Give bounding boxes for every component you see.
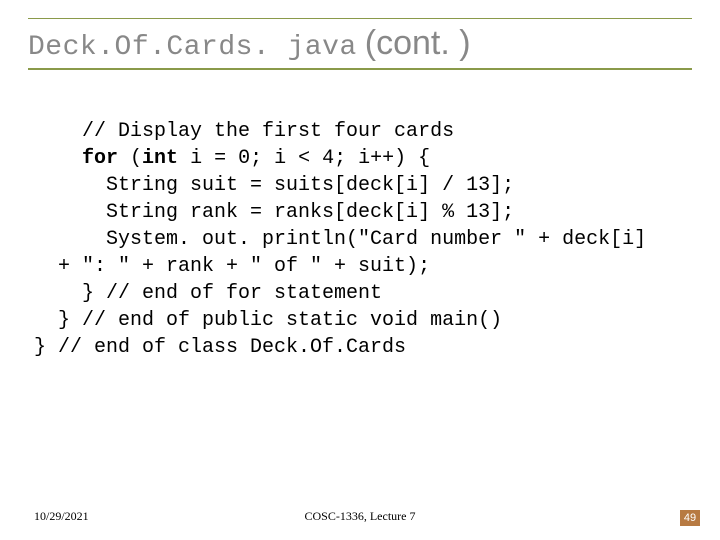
code-block: // Display the first four cards for (int… [34, 118, 700, 361]
code-line-3: String suit = suits[deck[i] / 13]; [34, 174, 514, 197]
code-line-7: } // end of for statement [34, 282, 382, 305]
code-line-2b: ( [118, 147, 142, 170]
slide: Deck.Of.Cards. java (cont. ) // Display t… [0, 0, 720, 540]
keyword-for: for [82, 147, 118, 170]
title-cont-part: (cont. ) [365, 24, 471, 62]
code-line-5: System. out. println("Card number " + de… [34, 228, 646, 251]
code-line-2a [34, 147, 82, 170]
code-line-6: + ": " + rank + " of " + suit); [34, 255, 430, 278]
keyword-int: int [142, 147, 178, 170]
code-line-8: } // end of public static void main() [34, 309, 502, 332]
code-line-2c: i = 0; i < 4; i++) { [178, 147, 430, 170]
code-line-9: } // end of class Deck.Of.Cards [34, 336, 406, 359]
code-line-1: // Display the first four cards [34, 120, 454, 143]
slide-title: Deck.Of.Cards. java (cont. ) [28, 18, 692, 70]
footer-center: COSC-1336, Lecture 7 [0, 509, 720, 524]
page-number: 49 [680, 510, 700, 526]
code-line-4: String rank = ranks[deck[i] % 13]; [34, 201, 514, 224]
title-code-part: Deck.Of.Cards. java [28, 32, 357, 63]
